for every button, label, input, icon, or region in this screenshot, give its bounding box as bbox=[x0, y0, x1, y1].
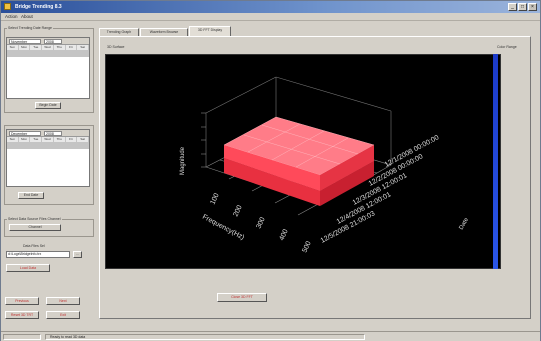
calendar-day-cell[interactable] bbox=[30, 148, 43, 149]
z-axis: Magnitude bbox=[180, 112, 206, 175]
menu-about[interactable]: About bbox=[21, 14, 33, 19]
x-tick-label: 400 bbox=[278, 228, 289, 242]
end-year-select[interactable]: 2008 bbox=[44, 131, 62, 136]
load-data-button[interactable]: Load Data bbox=[6, 264, 50, 272]
begin-year-select[interactable]: 2008 bbox=[44, 39, 62, 44]
maximize-icon[interactable]: □ bbox=[518, 3, 527, 11]
previous-button[interactable]: Previous bbox=[5, 297, 39, 305]
end-calendar-grid[interactable]: Sun Mon Tue Wed Thu Fri Sat bbox=[7, 137, 89, 149]
y-axis-label: Date bbox=[459, 216, 471, 231]
end-date-button[interactable]: End Date bbox=[18, 192, 44, 199]
fft-3d-svg: 100 200 300 400 500 Frequency(Hz) 12/1/2… bbox=[180, 76, 471, 254]
calendar-day-cell[interactable] bbox=[42, 148, 54, 149]
next-button[interactable]: Next bbox=[46, 297, 80, 305]
z-axis-label: Magnitude bbox=[180, 146, 186, 175]
x-axis: 100 200 300 400 500 Frequency(Hz) bbox=[201, 192, 313, 254]
end-calendar[interactable]: December 2008 Sun Mon Tue Wed Thu Fri Sat bbox=[6, 129, 90, 187]
plot-caption: 3D Surface bbox=[107, 45, 125, 49]
close-3d-fft-button[interactable]: Close 3D FFT bbox=[217, 293, 267, 302]
calendar-day-cell[interactable] bbox=[7, 148, 19, 149]
color-scale-bar bbox=[493, 54, 498, 269]
x-tick-label: 200 bbox=[232, 204, 243, 218]
begin-calendar-grid[interactable]: Sun Mon Tue Wed Thu Fri Sat bbox=[7, 45, 89, 57]
title-bar: Bridge Trending 8.3 _ □ × bbox=[1, 1, 540, 13]
calendar-day-cell[interactable] bbox=[53, 148, 66, 149]
menu-action[interactable]: Action bbox=[5, 14, 18, 19]
begin-month-select[interactable]: November bbox=[9, 39, 41, 44]
window-title: Bridge Trending 8.3 bbox=[15, 4, 62, 10]
tab-3d-fft-display[interactable]: 3D FFT Display bbox=[189, 26, 231, 36]
begin-date-button[interactable]: Begin Date bbox=[35, 102, 61, 109]
reset-3d-button[interactable]: Reset 3D TRT bbox=[5, 311, 39, 319]
browse-button[interactable]: ... bbox=[73, 251, 82, 258]
calendar-day-cell[interactable] bbox=[65, 148, 78, 149]
begin-calendar[interactable]: November 2008 Sun Mon Tue Wed Thu Fri Sat bbox=[6, 37, 90, 99]
fft-3d-plot[interactable]: 100 200 300 400 500 Frequency(Hz) 12/1/2… bbox=[105, 54, 501, 269]
exit-button[interactable]: Exit bbox=[46, 311, 80, 319]
x-tick-label: 300 bbox=[255, 216, 266, 230]
app-window: Bridge Trending 8.3 _ □ × Action About S… bbox=[0, 0, 541, 341]
calendar-day-cell[interactable] bbox=[30, 56, 43, 57]
file-label: Data Files Sel bbox=[23, 244, 45, 248]
calendar-day-cell[interactable] bbox=[18, 56, 31, 57]
app-icon bbox=[4, 3, 11, 10]
tab-waveform-browse[interactable]: Waveform Browse bbox=[140, 28, 188, 36]
status-bar: Ready to read 3D data bbox=[1, 331, 540, 341]
status-pane-left bbox=[3, 334, 41, 340]
calendar-day-cell[interactable] bbox=[18, 148, 31, 149]
date-range-group-label: Select Trending Date Range bbox=[7, 26, 53, 30]
menu-bar: Action About bbox=[1, 13, 540, 21]
status-message: Ready to read 3D data bbox=[45, 334, 365, 340]
x-tick-label: 100 bbox=[209, 192, 220, 206]
x-tick-label: 500 bbox=[301, 240, 312, 254]
close-icon[interactable]: × bbox=[528, 3, 537, 11]
calendar-day-cell[interactable] bbox=[65, 56, 78, 57]
calendar-day-cell[interactable] bbox=[7, 56, 19, 57]
calendar-day-cell[interactable] bbox=[77, 56, 89, 57]
tab-trending-graph[interactable]: Trending Graph bbox=[99, 28, 139, 36]
minimize-icon[interactable]: _ bbox=[508, 3, 517, 11]
calendar-day-cell[interactable] bbox=[42, 56, 54, 57]
colorbar-label: Color Range bbox=[497, 45, 517, 49]
file-path-field[interactable]: d:\Logs\BridgeInfo.trx bbox=[6, 251, 70, 258]
fft-surface bbox=[223, 116, 375, 206]
end-month-select[interactable]: December bbox=[9, 131, 41, 136]
channel-button[interactable]: Channel bbox=[9, 224, 61, 231]
channel-group-label: Select Data Source Files Channel bbox=[7, 217, 62, 221]
calendar-day-cell[interactable] bbox=[77, 148, 89, 149]
calendar-day-cell[interactable] bbox=[53, 56, 66, 57]
